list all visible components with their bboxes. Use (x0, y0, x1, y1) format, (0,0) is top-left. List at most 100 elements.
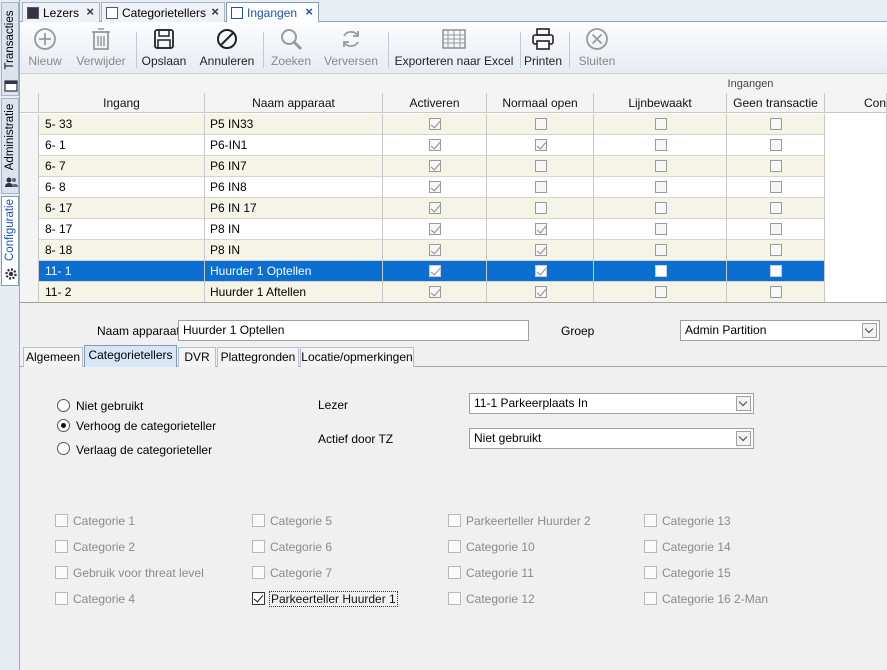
col-con[interactable]: Con (825, 93, 887, 113)
sluiten-button[interactable]: Sluiten (574, 24, 620, 72)
cell-naam[interactable]: Huurder 1 Aftellen (205, 282, 383, 302)
table-row[interactable]: 5- 33 P5 IN33 (20, 114, 887, 135)
tab-plattegronden[interactable]: Plattegronden (217, 347, 299, 367)
category-checkbox[interactable] (448, 540, 461, 553)
lezer-select[interactable]: 11-1 Parkeerplaats In (469, 393, 754, 414)
vtab-configuratie[interactable]: Configuratie (1, 196, 19, 286)
chevron-down-icon[interactable] (862, 323, 877, 338)
table-row[interactable]: 8- 18 P8 IN (20, 240, 887, 261)
checkbox-lijnbewaakt[interactable] (654, 265, 667, 277)
checkbox-lijnbewaakt[interactable] (654, 202, 667, 214)
table-row[interactable]: 11- 1 Huurder 1 Optellen (20, 261, 887, 282)
chevron-down-icon[interactable] (736, 431, 751, 446)
checkbox-activeren[interactable] (429, 244, 441, 256)
category-checkbox[interactable] (644, 540, 657, 553)
checkbox-activeren[interactable] (429, 139, 441, 151)
checkbox-normaal-open[interactable] (534, 244, 547, 256)
category-checkbox[interactable] (55, 566, 68, 579)
ingangen-grid[interactable]: Ingangen Ingang Naam apparaat Activeren … (20, 75, 887, 303)
exporteren-button[interactable]: Exporteren naar Excel (393, 24, 515, 72)
nieuw-button[interactable]: Nieuw (23, 24, 67, 72)
row-header[interactable] (20, 261, 39, 282)
tab-ingangen[interactable]: Ingangen × (226, 2, 319, 22)
category-checkbox[interactable] (644, 566, 657, 579)
tab-categorietellers[interactable]: Categorietellers × (101, 2, 225, 22)
cell-ingang[interactable]: 6- 7 (39, 156, 205, 177)
printen-button[interactable]: Printen (522, 24, 564, 72)
col-activeren[interactable]: Activeren (383, 93, 487, 113)
category-checkbox[interactable] (252, 566, 265, 579)
checkbox-lijnbewaakt[interactable] (654, 244, 667, 256)
checkbox-geen-transactie[interactable] (770, 181, 782, 193)
verwijder-button[interactable]: Verwijder (71, 24, 131, 72)
tab-lezers[interactable]: Lezers × (22, 2, 100, 22)
tab-dvr[interactable]: DVR (178, 347, 216, 367)
checkbox-normaal-open[interactable] (534, 202, 547, 214)
cell-naam[interactable]: P5 IN33 (205, 114, 383, 135)
checkbox-geen-transactie[interactable] (770, 118, 782, 130)
row-header[interactable] (20, 219, 39, 240)
cell-ingang[interactable]: 6- 8 (39, 177, 205, 198)
checkbox-geen-transactie[interactable] (770, 265, 782, 277)
col-geen-transactie[interactable]: Geen transactie (727, 93, 825, 113)
checkbox-geen-transactie[interactable] (770, 160, 782, 172)
cell-naam[interactable]: P6 IN8 (205, 177, 383, 198)
checkbox-lijnbewaakt[interactable] (654, 223, 667, 235)
close-icon[interactable]: × (86, 4, 94, 19)
radio-niet-gebruikt[interactable] (57, 399, 70, 412)
tab-categorietellers-detail[interactable]: Categorietellers (84, 345, 177, 367)
category-checkbox[interactable] (644, 592, 657, 605)
checkbox-normaal-open[interactable] (534, 223, 547, 235)
close-icon[interactable]: × (305, 4, 313, 19)
actief-door-tz-select[interactable]: Niet gebruikt (469, 428, 754, 449)
zoeken-button[interactable]: Zoeken (268, 24, 314, 72)
checkbox-activeren[interactable] (429, 202, 441, 214)
close-icon[interactable]: × (211, 4, 219, 19)
radio-verhoog[interactable] (57, 419, 70, 432)
col-naam-apparaat[interactable]: Naam apparaat (205, 93, 383, 113)
checkbox-activeren[interactable] (429, 160, 441, 172)
category-checkbox[interactable] (448, 566, 461, 579)
checkbox-normaal-open[interactable] (534, 286, 547, 298)
row-header[interactable] (20, 156, 39, 177)
row-header[interactable] (20, 240, 39, 261)
category-checkbox[interactable] (644, 514, 657, 527)
tab-algemeen[interactable]: Algemeen (23, 347, 83, 367)
category-checkbox[interactable] (252, 514, 265, 527)
category-checkbox[interactable] (55, 514, 68, 527)
cell-naam[interactable]: P6 IN7 (205, 156, 383, 177)
category-checkbox[interactable] (448, 592, 461, 605)
table-row[interactable]: 6- 7 P6 IN7 (20, 156, 887, 177)
checkbox-activeren[interactable] (429, 286, 441, 298)
row-header[interactable] (20, 198, 39, 219)
category-checkbox[interactable] (55, 540, 68, 553)
row-header[interactable] (20, 282, 39, 302)
checkbox-normaal-open[interactable] (534, 160, 547, 172)
annuleren-button[interactable]: Annuleren (196, 24, 258, 72)
checkbox-lijnbewaakt[interactable] (654, 139, 667, 151)
checkbox-geen-transactie[interactable] (770, 286, 782, 298)
checkbox-normaal-open[interactable] (534, 118, 547, 130)
table-row[interactable]: 11- 2 Huurder 1 Aftellen (20, 282, 887, 302)
cell-ingang[interactable]: 8- 17 (39, 219, 205, 240)
cell-ingang[interactable]: 11- 1 (39, 261, 205, 282)
checkbox-lijnbewaakt[interactable] (654, 118, 667, 130)
row-header[interactable] (20, 177, 39, 198)
checkbox-normaal-open[interactable] (534, 181, 547, 193)
category-checkbox[interactable] (252, 592, 265, 605)
checkbox-geen-transactie[interactable] (770, 244, 782, 256)
checkbox-normaal-open[interactable] (534, 139, 547, 151)
opslaan-button[interactable]: Opslaan (140, 24, 188, 72)
groep-select[interactable]: Admin Partition (680, 320, 880, 341)
cell-naam[interactable]: P6-IN1 (205, 135, 383, 156)
checkbox-normaal-open[interactable] (534, 265, 547, 277)
tab-locatie-opmerkingen[interactable]: Locatie/opmerkingen (300, 347, 414, 367)
checkbox-geen-transactie[interactable] (770, 139, 782, 151)
row-header[interactable] (20, 135, 39, 156)
col-lijnbewaakt[interactable]: Lijnbewaakt (594, 93, 727, 113)
category-checkbox[interactable] (448, 514, 461, 527)
vtab-administratie[interactable]: Administratie (1, 98, 19, 194)
table-row[interactable]: 6- 17 P6 IN 17 (20, 198, 887, 219)
checkbox-activeren[interactable] (429, 118, 441, 130)
cell-ingang[interactable]: 8- 18 (39, 240, 205, 261)
